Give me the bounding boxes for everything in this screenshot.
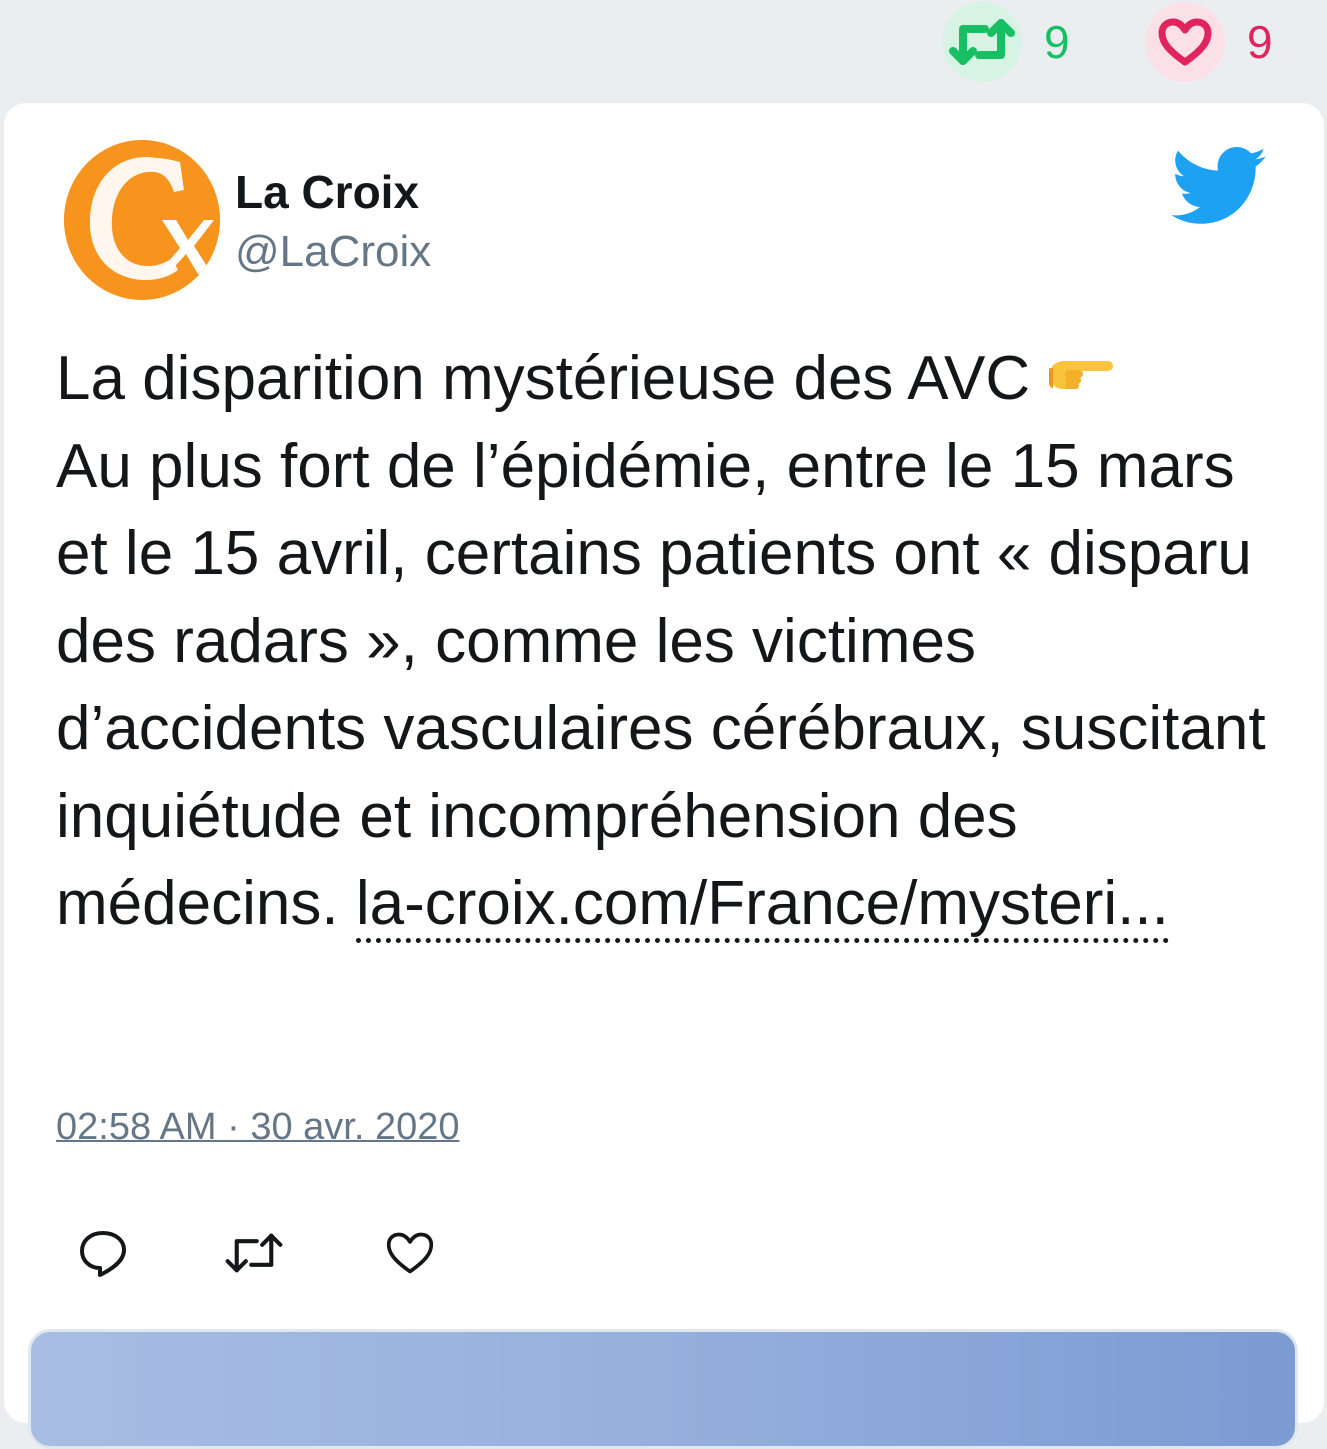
tweet-timestamp[interactable]: 02:58 AM · 30 avr. 2020 (56, 1106, 460, 1149)
article-link[interactable]: la-croix.com/France/mysteri... (355, 869, 1169, 943)
reply-icon[interactable] (73, 1223, 133, 1283)
avatar[interactable] (64, 140, 220, 300)
tweet-text-line1: La disparition mystérieuse des AVC (56, 344, 1048, 413)
pointing-right-emoji-icon (1047, 331, 1115, 389)
like-stat[interactable]: 9 (1145, 2, 1273, 82)
tweet-text-body: Au plus fort de l’épidémie, entre le 15 … (56, 431, 1266, 939)
retweet-stat[interactable]: 9 (942, 2, 1070, 82)
engagement-bar: 9 9 (0, 0, 1327, 100)
retweet-icon[interactable] (224, 1223, 284, 1283)
heart-icon[interactable] (1145, 2, 1225, 82)
heart-icon[interactable] (380, 1223, 440, 1283)
tweet-text: La disparition mystérieuse des AVC Au pl… (56, 331, 1291, 948)
author-name[interactable]: La Croix (235, 165, 419, 219)
retweet-count: 9 (1044, 16, 1070, 68)
tweet-card: La Croix @LaCroix La disparition mystéri… (4, 103, 1324, 1449)
like-count: 9 (1247, 16, 1273, 68)
twitter-bird-icon[interactable] (1172, 147, 1268, 227)
media-preview[interactable] (28, 1329, 1298, 1449)
author-handle[interactable]: @LaCroix (235, 227, 431, 277)
la-croix-logo (64, 140, 220, 300)
retweet-icon[interactable] (942, 2, 1022, 82)
